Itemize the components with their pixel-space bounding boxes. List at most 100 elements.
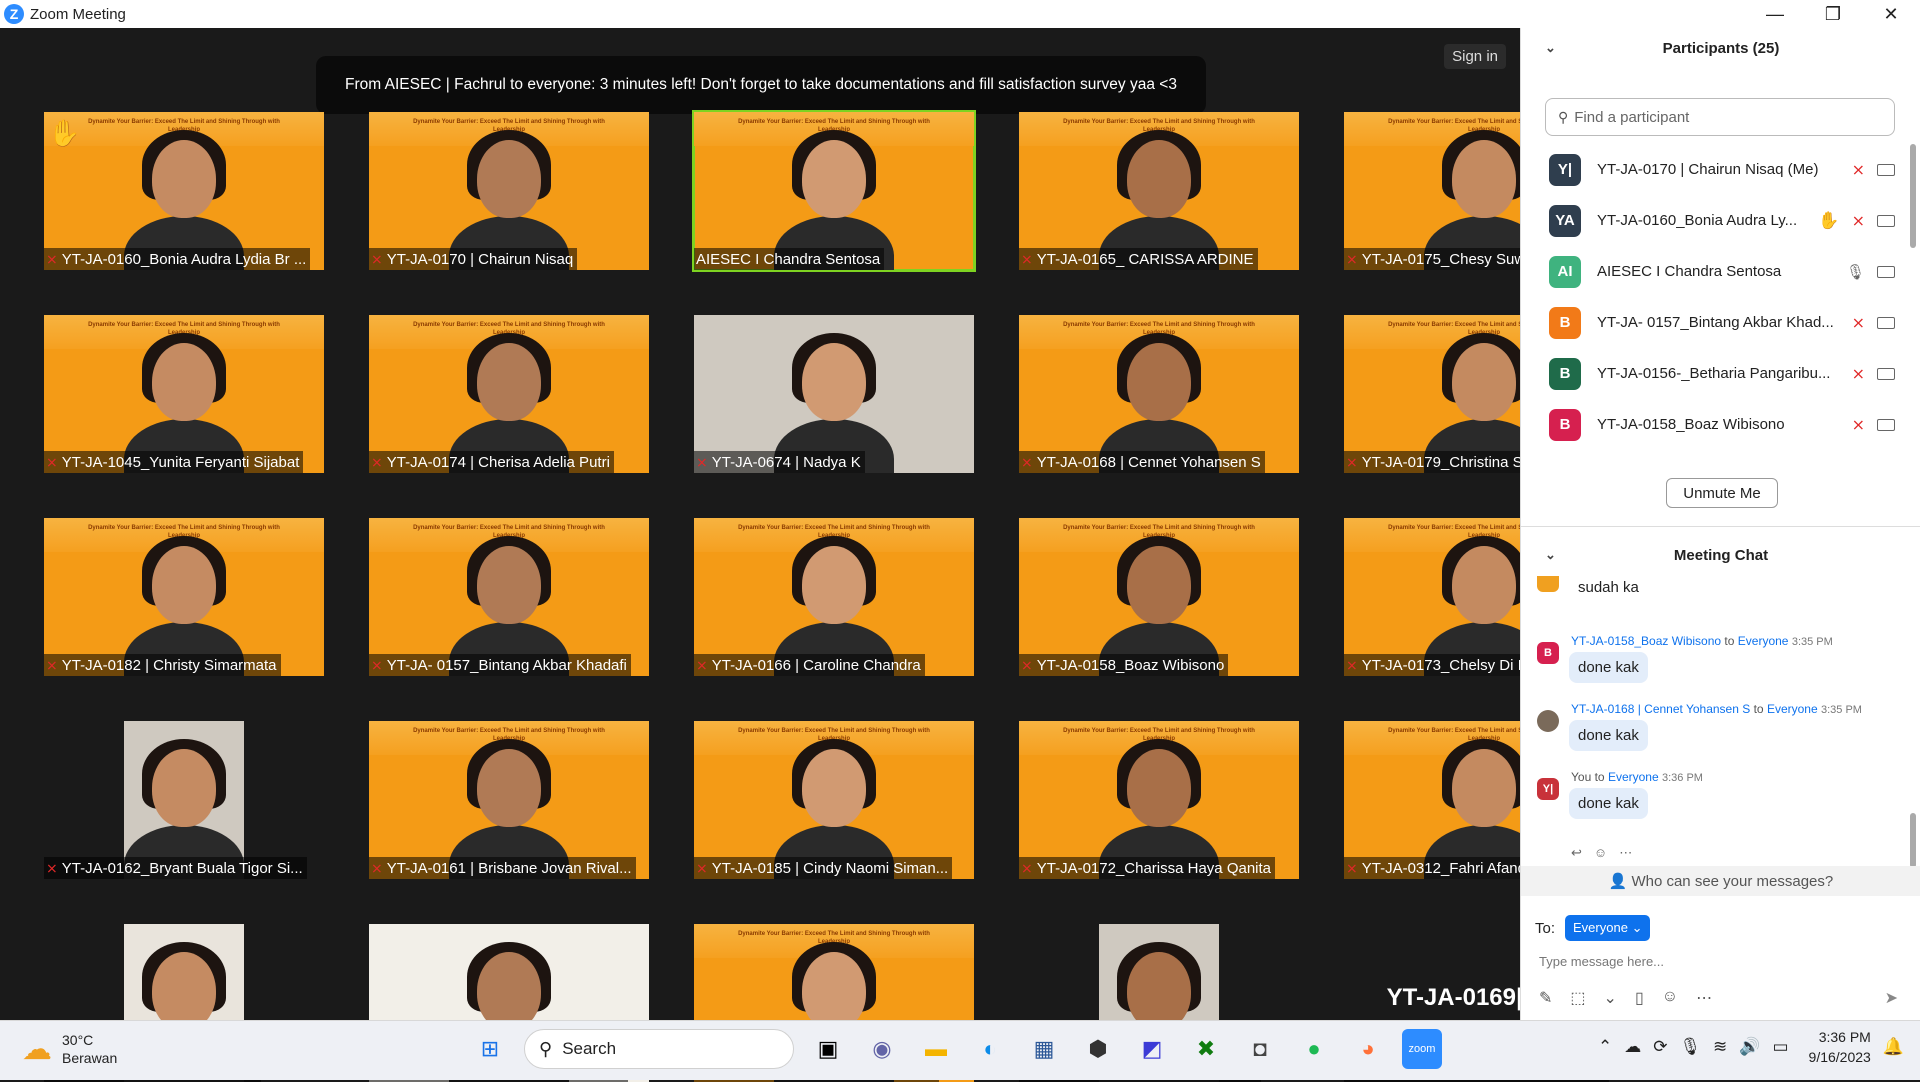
battery-icon[interactable]: ▭ xyxy=(1772,1037,1788,1057)
recipient-dropdown[interactable]: Everyone ⌄ xyxy=(1565,915,1651,941)
chat-notification-banner[interactable]: From AIESEC | Fachrul to everyone: 3 min… xyxy=(316,56,1206,114)
onedrive-cloud-icon[interactable]: ☁ xyxy=(1624,1037,1641,1057)
participant-row[interactable]: B YT-JA-0158_Boaz Wibisono ⨯ xyxy=(1521,399,1920,450)
math-app-icon[interactable]: ◩ xyxy=(1132,1029,1172,1069)
video-off-icon[interactable] xyxy=(1877,316,1895,329)
muted-mic-icon[interactable]: ⨯ xyxy=(1852,364,1865,384)
participant-name: YT-JA-0168 | Cennet Yohansen S xyxy=(1036,453,1261,471)
sync-icon[interactable]: ⟳ xyxy=(1653,1037,1667,1057)
teams-chat-icon[interactable]: ◉ xyxy=(862,1029,902,1069)
mic-icon[interactable]: 🎙 xyxy=(1846,263,1865,281)
video-tile[interactable]: Dynamite Your Barrier: Exceed The Limit … xyxy=(369,518,649,676)
chat-time: 3:36 PM xyxy=(1662,772,1703,784)
chat-meta: You to Everyone 3:36 PM xyxy=(1571,770,1703,784)
video-tile[interactable]: Dynamite Your Barrier: Exceed The Limit … xyxy=(1019,518,1299,676)
participant-row[interactable]: AI AIESEC I Chandra Sentosa 🎙 xyxy=(1521,246,1920,297)
video-tile[interactable]: Dynamite Your Barrier: Exceed The Limit … xyxy=(694,721,974,879)
video-tile[interactable]: ⨯ YT-JA-0162_Bryant Buala Tigor Si... xyxy=(44,721,324,879)
xbox-icon[interactable]: ✖ xyxy=(1186,1029,1226,1069)
edge-browser-icon[interactable]: ◐ xyxy=(970,1029,1010,1069)
video-off-icon[interactable] xyxy=(1877,265,1895,278)
message-input[interactable]: Type message here... xyxy=(1539,954,1664,969)
participant-row[interactable]: YA YT-JA-0160_Bonia Audra Ly... ✋ ⨯ xyxy=(1521,195,1920,246)
clock[interactable]: 3:36 PM 9/16/2023 xyxy=(1809,1027,1871,1067)
microsoft-store-icon[interactable]: ▦ xyxy=(1024,1029,1064,1069)
video-tile[interactable]: Dynamite Your Barrier: Exceed The Limit … xyxy=(369,315,649,473)
video-tile[interactable]: Dynamite Your Barrier: Exceed The Limit … xyxy=(1019,112,1299,270)
chat-sender[interactable]: YT-JA-0168 | Cennet Yohansen S xyxy=(1571,702,1750,716)
spotify-icon[interactable]: ● xyxy=(1294,1029,1334,1069)
taskbar-search[interactable]: ⚲ Search xyxy=(524,1029,794,1069)
video-tile[interactable]: Dynamite Your Barrier: Exceed The Limit … xyxy=(369,112,649,270)
video-tile[interactable]: Dynamite Your Barrier: Exceed The Limit … xyxy=(369,721,649,879)
muted-mic-icon: ⨯ xyxy=(371,656,383,673)
file-icon[interactable]: ▯ xyxy=(1635,988,1644,1008)
sign-in-button[interactable]: Sign in xyxy=(1444,44,1506,69)
send-icon[interactable]: ➤ xyxy=(1885,988,1898,1008)
wifi-icon[interactable]: ≋ xyxy=(1713,1037,1727,1057)
participant-row[interactable]: Y| YT-JA-0170 | Chairun Nisaq (Me) ⨯ xyxy=(1521,144,1920,195)
participant-scrollbar[interactable] xyxy=(1910,144,1916,248)
screenshot-icon[interactable]: ⬚ xyxy=(1570,988,1585,1008)
minimize-button[interactable]: — xyxy=(1746,0,1804,28)
notification-bell-icon[interactable]: 🔔 xyxy=(1883,1037,1904,1057)
who-can-see-messages[interactable]: 👤 Who can see your messages? xyxy=(1521,866,1920,896)
unmute-me-button[interactable]: Unmute Me xyxy=(1666,478,1778,508)
microphone-icon[interactable]: 🎙 xyxy=(1679,1037,1701,1057)
collapse-chat-chevron-icon[interactable]: ⌄ xyxy=(1545,547,1556,563)
participant-name: YT-JA-0185 | Cindy Naomi Siman... xyxy=(711,859,949,877)
chat-recipient[interactable]: Everyone xyxy=(1608,770,1659,784)
video-tile[interactable]: Dynamite Your Barrier: Exceed The Limit … xyxy=(44,315,324,473)
chevron-down-icon[interactable]: ⌄ xyxy=(1604,988,1617,1008)
participant-face xyxy=(477,546,541,624)
muted-mic-icon[interactable]: ⨯ xyxy=(1852,415,1865,435)
tray-overflow-chevron-icon[interactable]: ⌃ xyxy=(1598,1037,1612,1057)
muted-mic-icon[interactable]: ⨯ xyxy=(1852,211,1865,231)
camera-icon[interactable]: ◘ xyxy=(1240,1029,1280,1069)
zoom-taskbar-icon[interactable]: zoom xyxy=(1402,1029,1442,1069)
reply-icon[interactable]: ↩ xyxy=(1571,845,1582,861)
muted-mic-icon[interactable]: ⨯ xyxy=(1852,160,1865,180)
muted-mic-icon: ⨯ xyxy=(1346,250,1358,267)
chat-sender[interactable]: YT-JA-0158_Boaz Wibisono xyxy=(1571,634,1721,648)
video-tile[interactable]: Dynamite Your Barrier: Exceed The Limit … xyxy=(1019,315,1299,473)
participant-face xyxy=(152,952,216,1030)
video-tile[interactable]: Dynamite Your Barrier: Exceed The Limit … xyxy=(44,518,324,676)
participant-row[interactable]: B YT-JA- 0157_Bintang Akbar Khad... ⨯ xyxy=(1521,297,1920,348)
firefox-icon[interactable]: ◕ xyxy=(1348,1029,1388,1069)
start-button-windows-icon[interactable]: ⊞ xyxy=(470,1029,510,1069)
close-button[interactable]: ✕ xyxy=(1862,0,1920,28)
maximize-button[interactable]: ❐ xyxy=(1804,0,1862,28)
video-off-icon[interactable] xyxy=(1877,418,1895,431)
video-off-icon[interactable] xyxy=(1877,163,1895,176)
video-tile[interactable]: Dynamite Your Barrier: Exceed The Limit … xyxy=(44,112,324,270)
chat-to: to xyxy=(1724,634,1735,648)
muted-mic-icon[interactable]: ⨯ xyxy=(1852,313,1865,333)
video-tile[interactable]: ⨯ YT-JA-0674 | Nadya K xyxy=(694,315,974,473)
task-view-icon[interactable]: ▣ xyxy=(808,1029,848,1069)
video-tile[interactable]: Dynamite Your Barrier: Exceed The Limit … xyxy=(694,518,974,676)
app-cube-icon[interactable]: ⬢ xyxy=(1078,1029,1118,1069)
chat-recipient[interactable]: Everyone xyxy=(1738,634,1789,648)
video-off-icon[interactable] xyxy=(1877,214,1895,227)
participant-face xyxy=(1452,546,1516,624)
chat-recipient[interactable]: Everyone xyxy=(1767,702,1818,716)
weather-widget[interactable]: ☁ 30°C Berawan xyxy=(22,1031,117,1067)
volume-icon[interactable]: 🔊 xyxy=(1739,1037,1760,1057)
video-off-icon[interactable] xyxy=(1877,367,1895,380)
video-tile[interactable]: Dynamite Your Barrier: Exceed The Limit … xyxy=(692,110,976,272)
participant-row[interactable]: B YT-JA-0156-_Betharia Pangaribu... ⨯ xyxy=(1521,348,1920,399)
format-icon[interactable]: ✎ xyxy=(1539,988,1552,1008)
chat-scrollbar[interactable] xyxy=(1910,813,1916,868)
participant-name-label: ⨯ YT-JA-0160_Bonia Audra Lydia Br ... xyxy=(44,248,311,270)
collapse-participants-chevron-icon[interactable]: ⌄ xyxy=(1545,40,1556,56)
file-explorer-icon[interactable]: ▬ xyxy=(916,1029,956,1069)
more-icon[interactable]: ⋯ xyxy=(1619,845,1632,861)
participant-name-label: ⨯ YT-JA-0161 | Brisbane Jovan Rival... xyxy=(369,857,636,879)
emoji-reaction-icon[interactable]: ☺ xyxy=(1594,845,1607,861)
more-icon[interactable]: ⋯ xyxy=(1696,988,1712,1008)
video-tile[interactable]: Dynamite Your Barrier: Exceed The Limit … xyxy=(1019,721,1299,879)
emoji-icon[interactable]: ☺ xyxy=(1662,988,1678,1008)
participant-search-input[interactable]: ⚲ Find a participant xyxy=(1545,98,1895,136)
participant-name: YT-JA-1045_Yunita Feryanti Sijabat xyxy=(61,453,300,471)
